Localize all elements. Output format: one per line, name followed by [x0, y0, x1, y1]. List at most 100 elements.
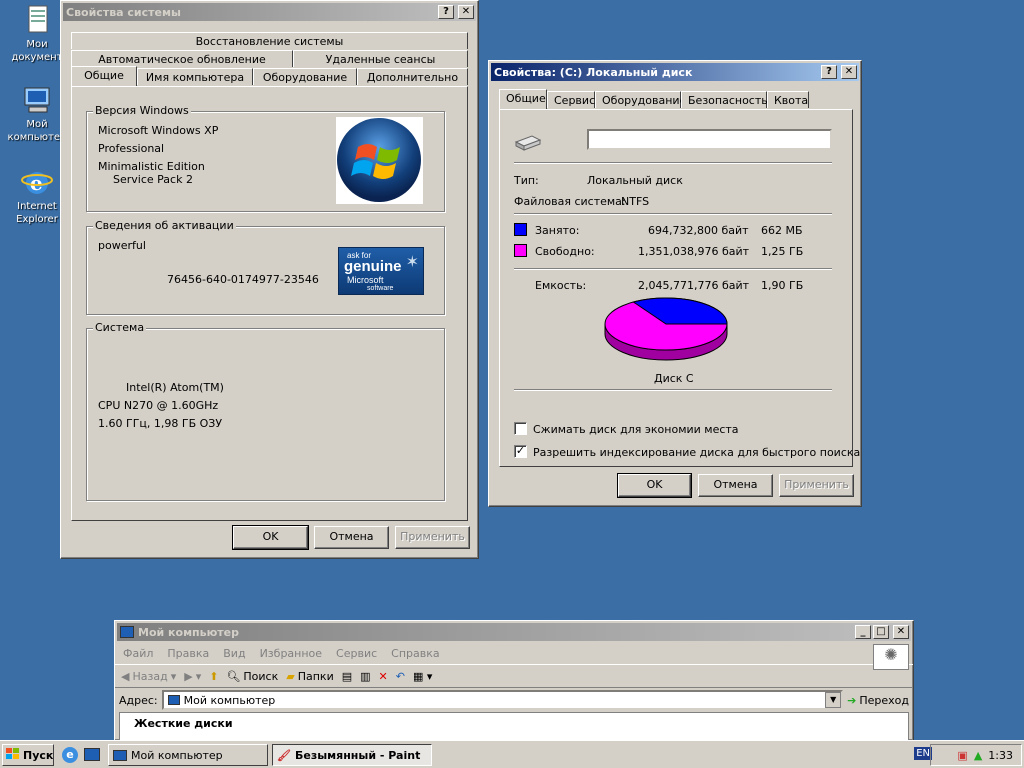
quick-launch-desktop-icon[interactable] [84, 748, 100, 761]
disk-usage-pie-chart [604, 297, 728, 361]
used-size: 662 МБ [761, 224, 803, 237]
system-line: CPU N270 @ 1.60GHz [98, 399, 219, 412]
delete-icon[interactable]: ✕ [379, 670, 388, 683]
maximize-button[interactable]: □ [873, 625, 889, 639]
version-line: Professional [98, 142, 165, 155]
free-color-swatch [514, 244, 527, 257]
toolbar: ◀ Назад ▾ ▶ ▾ ⬆ 🔍︎ Поиск ▰ Папки ▤ ▥ ✕ ↶ ▦ … [115, 664, 913, 688]
version-line: Minimalistic Edition [98, 160, 205, 173]
tab-general[interactable]: Общие [499, 89, 547, 109]
content-area: Жесткие диски [119, 712, 909, 740]
capacity-label: Емкость: [535, 279, 587, 292]
menu-file[interactable]: Файл [123, 647, 153, 660]
forward-button[interactable]: ▶ ▾ [184, 670, 201, 683]
tab-security[interactable]: Безопасность [681, 91, 768, 108]
help-button[interactable]: ? [438, 5, 454, 19]
search-icon: 🔍︎ [226, 669, 241, 683]
menu-edit[interactable]: Правка [167, 647, 209, 660]
tab-hardware[interactable]: Оборудование [595, 91, 686, 108]
genuine-microsoft-badge[interactable]: ask for genuine Microsoft software ✶ [338, 247, 424, 295]
help-button[interactable]: ? [821, 65, 837, 79]
product-id: 76456-640-0174977-23546 [167, 273, 319, 286]
close-button[interactable]: ✕ [841, 65, 857, 79]
cancel-button[interactable]: Отмена [314, 526, 389, 549]
menu-tools[interactable]: Сервис [336, 647, 377, 660]
folders-button[interactable]: ▰ Папки [286, 670, 333, 683]
my-computer-window: Мой компьютер _ □ ✕ Файл Правка Вид Избр… [114, 620, 914, 741]
compress-checkbox[interactable] [514, 422, 527, 435]
tab-remote-sessions[interactable]: Удаленные сеансы [293, 50, 468, 67]
network-icon[interactable]: ▣ [957, 749, 967, 762]
tab-system-restore[interactable]: Восстановление системы [71, 32, 468, 49]
apply-button[interactable]: Применить [395, 526, 470, 549]
used-label: Занято: [535, 224, 580, 237]
forward-arrow-icon: ▶ [184, 669, 193, 683]
explorer-titlebar[interactable]: Мой компьютер _ □ ✕ [117, 623, 911, 641]
go-button[interactable]: ➔ Переход [847, 694, 909, 707]
computer-icon [167, 695, 180, 705]
up-folder-icon[interactable]: ⬆ [209, 670, 218, 683]
clock[interactable]: 1:33 [988, 749, 1013, 762]
version-line: Service Pack 2 [113, 173, 193, 186]
back-button[interactable]: ◀ Назад ▾ [121, 670, 176, 683]
capacity-bytes: 2,045,771,776 байт [638, 279, 750, 292]
capacity-size: 1,90 ГБ [761, 279, 804, 292]
paint-icon: 🖌︎ [277, 748, 291, 762]
system-group: Система Intel(R) Atom(TM) CPU N270 @ 1.6… [86, 321, 445, 501]
group-title: Система [93, 321, 147, 334]
used-bytes: 694,732,800 байт [648, 224, 749, 237]
tab-computer-name[interactable]: Имя компьютера [137, 68, 253, 85]
apply-button[interactable]: Применить [779, 474, 854, 497]
move-to-icon[interactable]: ▤ [342, 670, 352, 683]
version-line: Microsoft Windows XP [98, 124, 219, 137]
close-button[interactable]: ✕ [893, 625, 909, 639]
type-label: Тип: [514, 174, 539, 187]
address-input[interactable]: Мой компьютер ▼ [161, 690, 844, 710]
dropdown-arrow-icon[interactable]: ▼ [825, 692, 842, 708]
menu-view[interactable]: Вид [223, 647, 245, 660]
group-title: Версия Windows [93, 104, 191, 117]
disk-properties-titlebar[interactable]: Свойства: (C:) Локальный диск ? ✕ [491, 63, 859, 81]
internet-explorer-icon: e [21, 166, 53, 198]
system-properties-titlebar[interactable]: Свойства системы ? ✕ [63, 3, 476, 21]
activation-group: Сведения об активации powerful 76456-640… [86, 219, 445, 315]
address-bar: Адрес: Мой компьютер ▼ ➔ Переход [115, 688, 913, 712]
safely-remove-icon[interactable]: ▲ [974, 749, 982, 762]
address-label: Адрес: [119, 693, 158, 707]
menu-favorites[interactable]: Избранное [260, 647, 322, 660]
menu-help[interactable]: Справка [391, 647, 439, 660]
taskbar-item-paint[interactable]: 🖌︎ Безымянный - Paint [272, 744, 432, 766]
free-size: 1,25 ГБ [761, 245, 804, 258]
index-checkbox[interactable]: ✓ [514, 445, 527, 458]
hard-drive-icon [514, 134, 542, 155]
drive-label-input[interactable] [587, 129, 832, 150]
computer-icon [113, 749, 127, 761]
search-button[interactable]: 🔍︎ Поиск [226, 670, 278, 683]
my-documents-icon [21, 4, 53, 36]
start-button[interactable]: Пуск [2, 744, 54, 766]
cancel-button[interactable]: Отмена [698, 474, 773, 497]
genuine-big-text: genuine [344, 258, 402, 275]
views-icon[interactable]: ▦ ▾ [413, 670, 432, 683]
minimize-button[interactable]: _ [855, 625, 871, 639]
used-color-swatch [514, 223, 527, 236]
quick-launch-ie-icon[interactable]: e [62, 747, 78, 763]
tab-advanced[interactable]: Дополнительно [357, 68, 468, 85]
group-title: Сведения об активации [93, 219, 236, 232]
tab-hardware[interactable]: Оборудование [253, 68, 357, 85]
compress-label[interactable]: Сжимать диск для экономии места [533, 423, 739, 436]
close-button[interactable]: ✕ [458, 5, 474, 19]
index-label[interactable]: Разрешить индексирование диска для быстр… [533, 446, 860, 459]
ok-button[interactable]: OK [617, 473, 692, 498]
computer-icon [120, 626, 134, 638]
copy-to-icon[interactable]: ▥ [360, 670, 370, 683]
tab-tools[interactable]: Сервис [547, 91, 595, 108]
tab-quota[interactable]: Квота [767, 91, 809, 108]
taskbar-item-my-computer[interactable]: Мой компьютер [108, 744, 268, 766]
tab-general[interactable]: Общие [71, 66, 137, 86]
ok-button[interactable]: OK [232, 525, 309, 550]
undo-icon[interactable]: ↶ [396, 670, 405, 683]
genuine-sw-text: software [367, 285, 394, 292]
tab-automatic-updates[interactable]: Автоматическое обновление [71, 50, 293, 67]
genuine-ms-text: Microsoft [347, 275, 384, 285]
